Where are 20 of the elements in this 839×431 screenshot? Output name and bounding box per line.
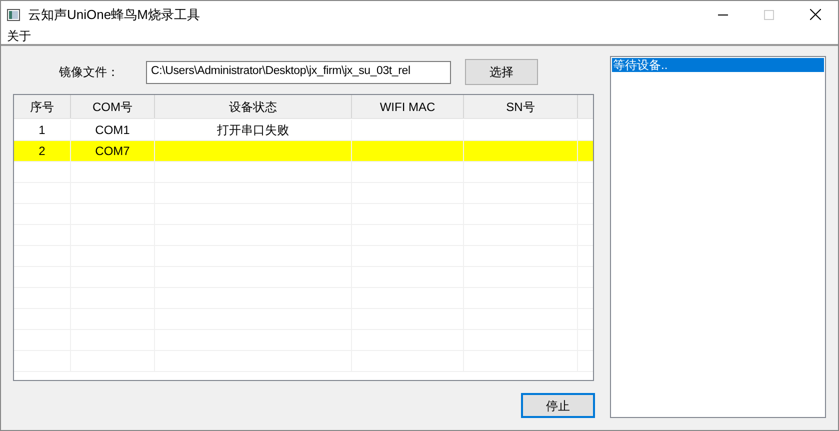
column-header[interactable]: COM号 [71, 95, 155, 118]
app-icon [7, 8, 20, 20]
column-header[interactable]: SN号 [464, 95, 578, 118]
column-header[interactable]: 设备状态 [155, 95, 352, 118]
stop-button[interactable]: 停止 [521, 393, 595, 418]
table-cell-text: COM1 [95, 122, 130, 139]
select-button[interactable]: 选择 [465, 59, 538, 85]
maximize-icon [764, 10, 774, 20]
table-cell-text: 1 [38, 122, 46, 139]
close-icon [810, 9, 820, 20]
window-title: 云知声UniOne蜂鸟M烧录工具 [28, 6, 200, 24]
log-item[interactable]: 等待设备.. [612, 58, 824, 72]
column-header[interactable]: 序号 [14, 95, 71, 118]
column-header[interactable]: WIFI MAC [352, 95, 464, 118]
table-cell-text: COM7 [95, 143, 130, 160]
table-cell-text: 打开串口失败 [217, 122, 289, 139]
table-cell-text: 2 [38, 143, 46, 160]
file-path-field[interactable]: C:\Users\Administrator\Desktop\jx_firm\jx_su_03t_rel [146, 60, 451, 84]
menu-item[interactable]: 关于 [7, 27, 31, 45]
image-file-label: 镜像文件： [59, 64, 120, 81]
